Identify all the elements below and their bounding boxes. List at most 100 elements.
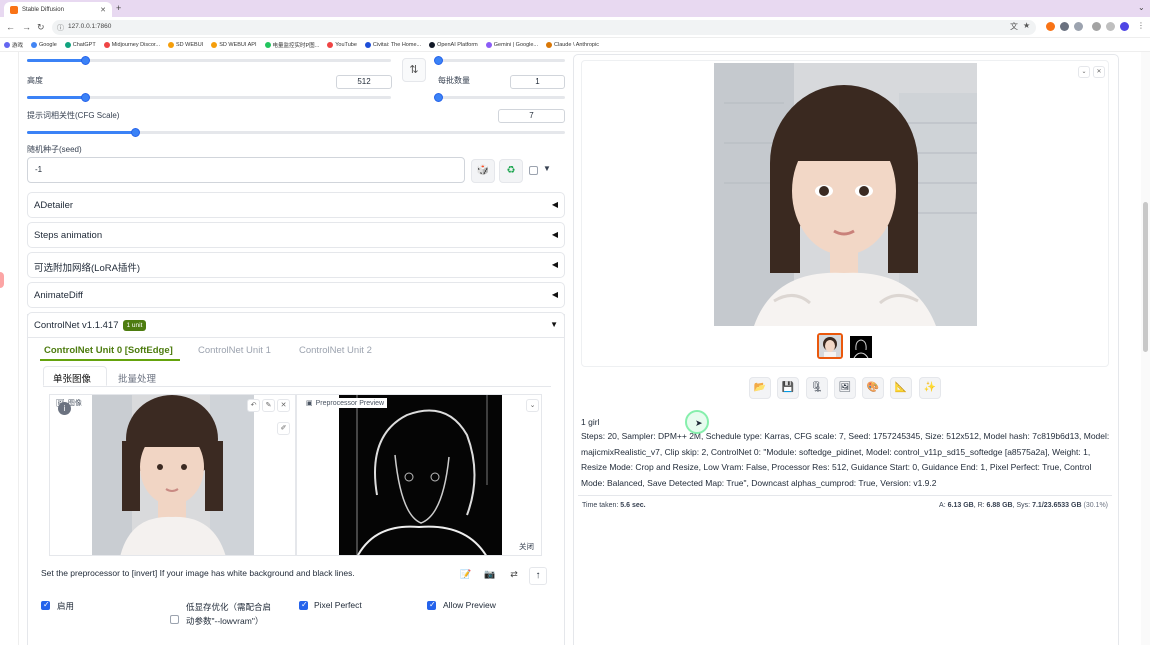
height-input[interactable]: 512: [336, 75, 392, 89]
translate-icon[interactable]: 文: [1010, 21, 1018, 32]
pixel-perfect-checkbox[interactable]: [299, 600, 308, 610]
width-slider[interactable]: [27, 56, 391, 65]
vram-a-label: A:: [939, 502, 946, 509]
forward-icon[interactable]: →: [22, 22, 31, 32]
camera-icon[interactable]: 📷: [482, 569, 498, 583]
bookmark-item[interactable]: YouTube: [327, 41, 357, 48]
bookmark-item[interactable]: SD WEBUI: [168, 41, 203, 48]
profile-avatar[interactable]: [1120, 22, 1129, 31]
undo-icon[interactable]: ↶: [247, 399, 260, 412]
url-field[interactable]: ⓘ 127.0.0.1:7860: [52, 20, 1036, 35]
width-slider-knob[interactable]: [81, 56, 90, 65]
swap-dimensions-button[interactable]: ⇅: [402, 58, 426, 82]
cfg-slider-knob[interactable]: [131, 128, 140, 137]
send-dimensions-button[interactable]: ↑: [529, 567, 547, 585]
extension-icon[interactable]: [1046, 22, 1055, 31]
batch-count-slider[interactable]: [434, 56, 565, 65]
lowvram-checkbox[interactable]: [170, 615, 179, 624]
close-preview-button[interactable]: 关闭: [519, 541, 534, 552]
extension-icon[interactable]: [1074, 22, 1083, 31]
bookmark-item[interactable]: ChatGPT: [64, 41, 96, 48]
reuse-seed-button[interactable]: ♻: [499, 159, 523, 183]
page-scrollbar[interactable]: [1141, 52, 1150, 645]
reload-icon[interactable]: ↻: [37, 22, 45, 33]
extensions-puzzle-icon[interactable]: [1092, 22, 1101, 31]
brush-icon[interactable]: ✐: [277, 422, 290, 435]
tab-controlnet-unit-2[interactable]: ControlNet Unit 2: [299, 345, 372, 356]
site-info-icon[interactable]: ⓘ: [57, 23, 64, 33]
info-icon[interactable]: i: [58, 402, 71, 415]
palette-icon: 🎨: [866, 382, 880, 393]
tab-search-icon[interactable]: ⌄: [1138, 3, 1145, 12]
scrollbar-thumb[interactable]: [1143, 202, 1148, 352]
tab-controlnet-unit-0[interactable]: ControlNet Unit 0 [SoftEdge]: [44, 345, 173, 356]
close-tab-icon[interactable]: ✕: [100, 6, 106, 14]
edge-handle[interactable]: [0, 272, 4, 288]
bookmark-label: 电量监控实时P图...: [272, 42, 320, 49]
bookmark-star-icon[interactable]: ★: [1023, 21, 1030, 30]
gallery-thumbnail-selected[interactable]: [817, 333, 843, 359]
bookmark-item[interactable]: Midjourney Discor...: [103, 41, 160, 48]
new-tab-icon[interactable]: +: [116, 3, 121, 13]
tab-title: Stable Diffusion: [22, 6, 64, 13]
generated-image[interactable]: [714, 63, 977, 326]
allow-preview-checkbox[interactable]: [427, 600, 436, 610]
address-bar: ← → ↻ ⓘ 127.0.0.1:7860 文 ★ ⋮: [0, 17, 1150, 38]
browser-tab[interactable]: Stable Diffusion ✕: [4, 2, 112, 17]
accordion-adetailer[interactable]: ADetailer ◀: [27, 192, 565, 218]
gallery-thumbnail[interactable]: [850, 336, 872, 358]
swap-icon[interactable]: ⇄: [506, 569, 522, 583]
extra-seed-checkbox[interactable]: [529, 166, 538, 175]
height-slider[interactable]: [27, 93, 391, 102]
cfg-slider[interactable]: [27, 128, 565, 137]
bookmark-item[interactable]: SD WEBUI API: [211, 41, 257, 48]
send-to-inpaint-button[interactable]: 🎨: [862, 377, 884, 399]
batch-count-slider-knob[interactable]: [434, 56, 443, 65]
send-to-extras-button[interactable]: 📐: [890, 377, 912, 399]
back-icon[interactable]: ←: [6, 22, 15, 32]
extension-icon[interactable]: [1060, 22, 1069, 31]
batch-size-slider[interactable]: [434, 93, 565, 102]
bookmark-item[interactable]: 游戏: [4, 41, 23, 49]
enable-checkbox[interactable]: [41, 600, 50, 610]
seed-input[interactable]: -1: [27, 157, 465, 183]
bookmark-item[interactable]: Gemini | Google...: [485, 41, 538, 48]
batch-size-input[interactable]: 1: [510, 75, 565, 89]
bookmark-favicon-icon: [485, 41, 492, 48]
accordion-label: 可选附加网络(LoRA插件): [34, 263, 141, 274]
bookmark-label: Google: [39, 41, 57, 48]
open-folder-button[interactable]: 📂: [749, 377, 771, 399]
batch-size-slider-knob[interactable]: [434, 93, 443, 102]
tab-batch[interactable]: 批量处理: [118, 371, 156, 385]
accordion-label: Steps animation: [34, 230, 103, 241]
height-slider-knob[interactable]: [81, 93, 90, 102]
bookmark-item[interactable]: Google: [31, 41, 57, 48]
browser-menu-icon[interactable]: ⋮: [1137, 21, 1145, 30]
sidebar-icon[interactable]: [1106, 22, 1115, 31]
close-icon[interactable]: ✕: [277, 399, 290, 412]
zip-button[interactable]: 🗜: [806, 377, 828, 399]
accordion-steps-animation[interactable]: Steps animation ◀: [27, 222, 565, 248]
accordion-lora[interactable]: 可选附加网络(LoRA插件) ◀: [27, 252, 565, 278]
edit-icon[interactable]: 📝: [458, 569, 474, 583]
bookmark-item[interactable]: OpenAI Platform: [429, 41, 478, 48]
pen-icon[interactable]: ✎: [262, 399, 275, 412]
accordion-animatediff[interactable]: AnimateDiff ◀: [27, 282, 565, 308]
download-icon[interactable]: ⌄: [526, 399, 539, 412]
input-image-panel[interactable]: 🖼 图像 ↶ ✎ ✕ ✐ i: [49, 394, 296, 556]
chevron-down-icon[interactable]: ▼: [543, 164, 551, 173]
arrow-up-icon: ↑: [535, 570, 541, 581]
save-button[interactable]: 💾: [777, 377, 799, 399]
bookmark-item[interactable]: Claude \ Anthropic: [546, 41, 599, 48]
send-to-img2img-button[interactable]: 🖼: [834, 377, 856, 399]
download-icon[interactable]: ⌄: [1078, 66, 1090, 78]
bookmark-item[interactable]: 电量监控实时P图...: [264, 41, 320, 49]
cfg-input[interactable]: 7: [498, 109, 565, 123]
random-seed-button[interactable]: 🎲: [471, 159, 495, 183]
tab-single-image[interactable]: 单张图像: [53, 371, 91, 385]
close-icon[interactable]: ✕: [1093, 66, 1105, 78]
bookmark-item[interactable]: Civitai: The Home...: [364, 41, 421, 48]
save-icon: 💾: [781, 382, 795, 393]
hires-fix-button[interactable]: ✨: [919, 377, 941, 399]
tab-controlnet-unit-1[interactable]: ControlNet Unit 1: [198, 345, 271, 356]
